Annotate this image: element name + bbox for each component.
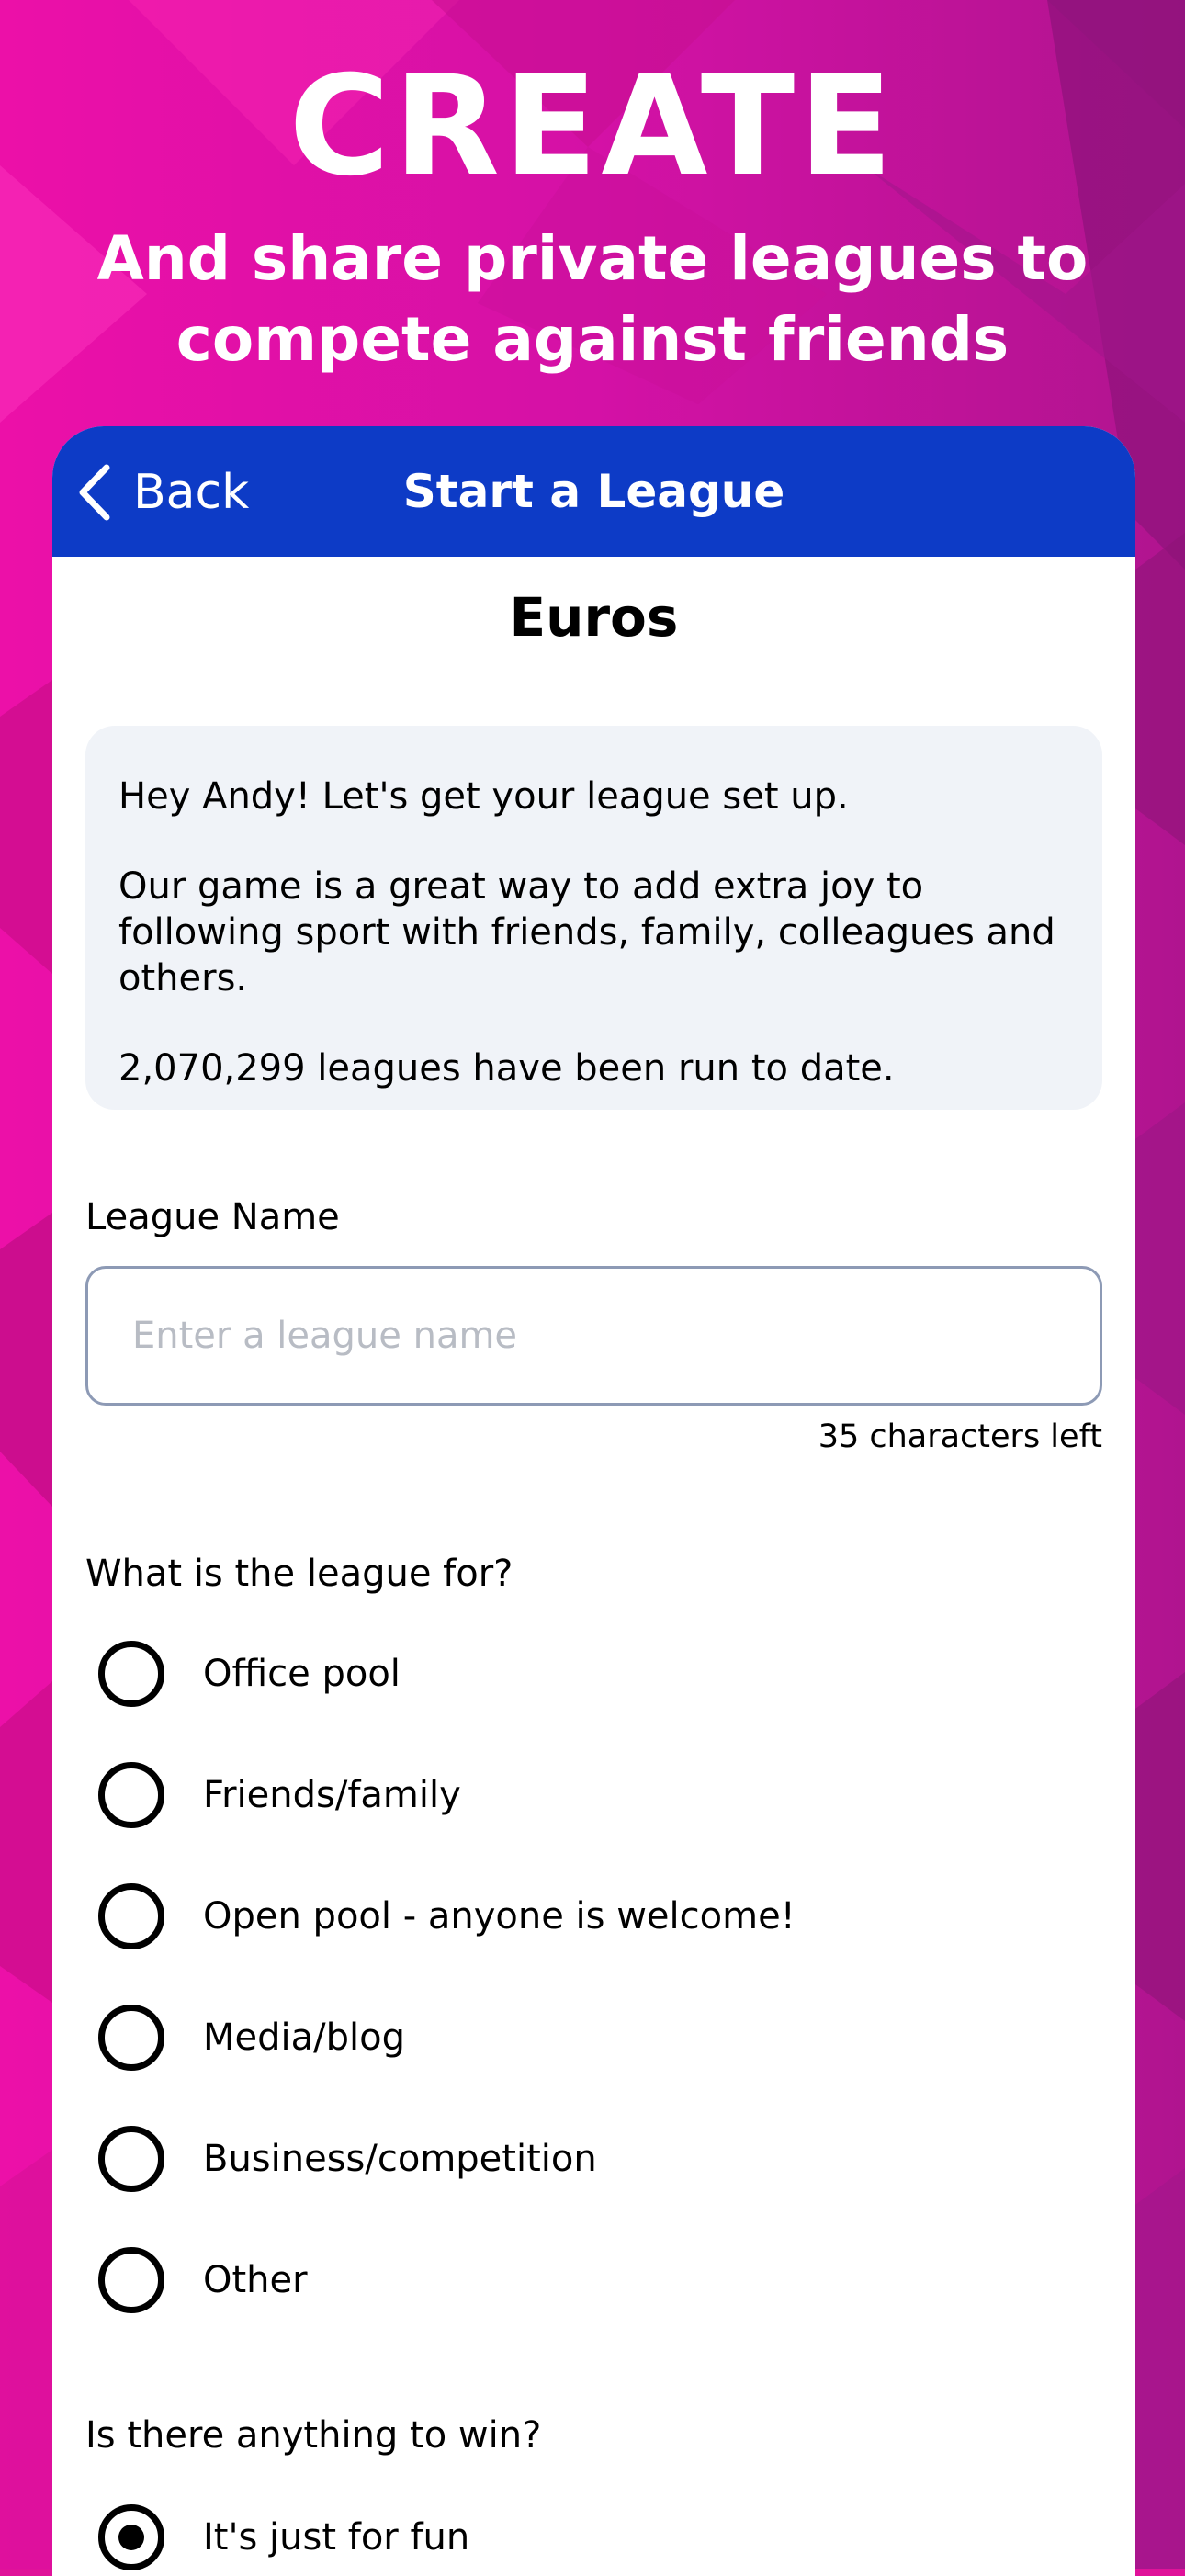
page-title: Start a League xyxy=(402,465,785,518)
league-name-label: League Name xyxy=(85,1196,340,1238)
prize-radio-group: It's just for fun xyxy=(98,2477,469,2576)
promo-subtitle: And share private leagues to compete aga… xyxy=(0,219,1185,380)
radio-option-business-competition[interactable]: Business/competition xyxy=(98,2098,796,2220)
radio-button[interactable] xyxy=(98,2005,164,2071)
navigation-bar: Back Start a League xyxy=(52,426,1135,557)
radio-option-other[interactable]: Other xyxy=(98,2220,796,2341)
radio-button[interactable] xyxy=(98,1883,164,1949)
radio-label: Other xyxy=(203,2259,308,2301)
radio-label: Office pool xyxy=(203,1653,401,1695)
radio-label: Friends/family xyxy=(203,1774,461,1816)
radio-button-selected[interactable] xyxy=(98,2504,164,2570)
prize-question: Is there anything to win? xyxy=(85,2414,542,2457)
radio-option-friends-family[interactable]: Friends/family xyxy=(98,1734,796,1856)
radio-button[interactable] xyxy=(98,1762,164,1828)
radio-option-office-pool[interactable]: Office pool xyxy=(98,1613,796,1734)
radio-label: It's just for fun xyxy=(203,2516,470,2559)
league-name-input[interactable] xyxy=(85,1266,1102,1406)
purpose-radio-group: Office pool Friends/family Open pool - a… xyxy=(98,1613,796,2341)
promo-subtitle-line: And share private leagues to xyxy=(96,223,1089,294)
promo-subtitle-line: compete against friends xyxy=(175,304,1010,375)
info-greeting: Hey Andy! Let's get your league set up. xyxy=(118,775,849,818)
radio-label: Open pool - anyone is welcome! xyxy=(203,1895,796,1938)
purpose-question: What is the league for? xyxy=(85,1553,514,1595)
radio-button[interactable] xyxy=(98,2247,164,2313)
radio-option-media-blog[interactable]: Media/blog xyxy=(98,1977,796,2098)
info-box: Hey Andy! Let's get your league set up. … xyxy=(85,726,1102,1110)
radio-label: Media/blog xyxy=(203,2017,405,2059)
radio-button[interactable] xyxy=(98,1641,164,1707)
radio-button[interactable] xyxy=(98,2126,164,2192)
app-screen: Back Start a League Euros Hey Andy! Let'… xyxy=(52,426,1135,2576)
radio-option-just-for-fun[interactable]: It's just for fun xyxy=(98,2477,469,2576)
info-description: Our game is a great way to add extra joy… xyxy=(118,865,1055,1000)
competition-title: Euros xyxy=(509,586,679,649)
characters-left-counter: 35 characters left xyxy=(818,1418,1102,1455)
info-stats: 2,070,299 leagues have been run to date. xyxy=(118,1047,895,1090)
radio-option-open-pool[interactable]: Open pool - anyone is welcome! xyxy=(98,1856,796,1977)
radio-label: Business/competition xyxy=(203,2138,597,2180)
promo-title: CREATE xyxy=(288,47,897,207)
